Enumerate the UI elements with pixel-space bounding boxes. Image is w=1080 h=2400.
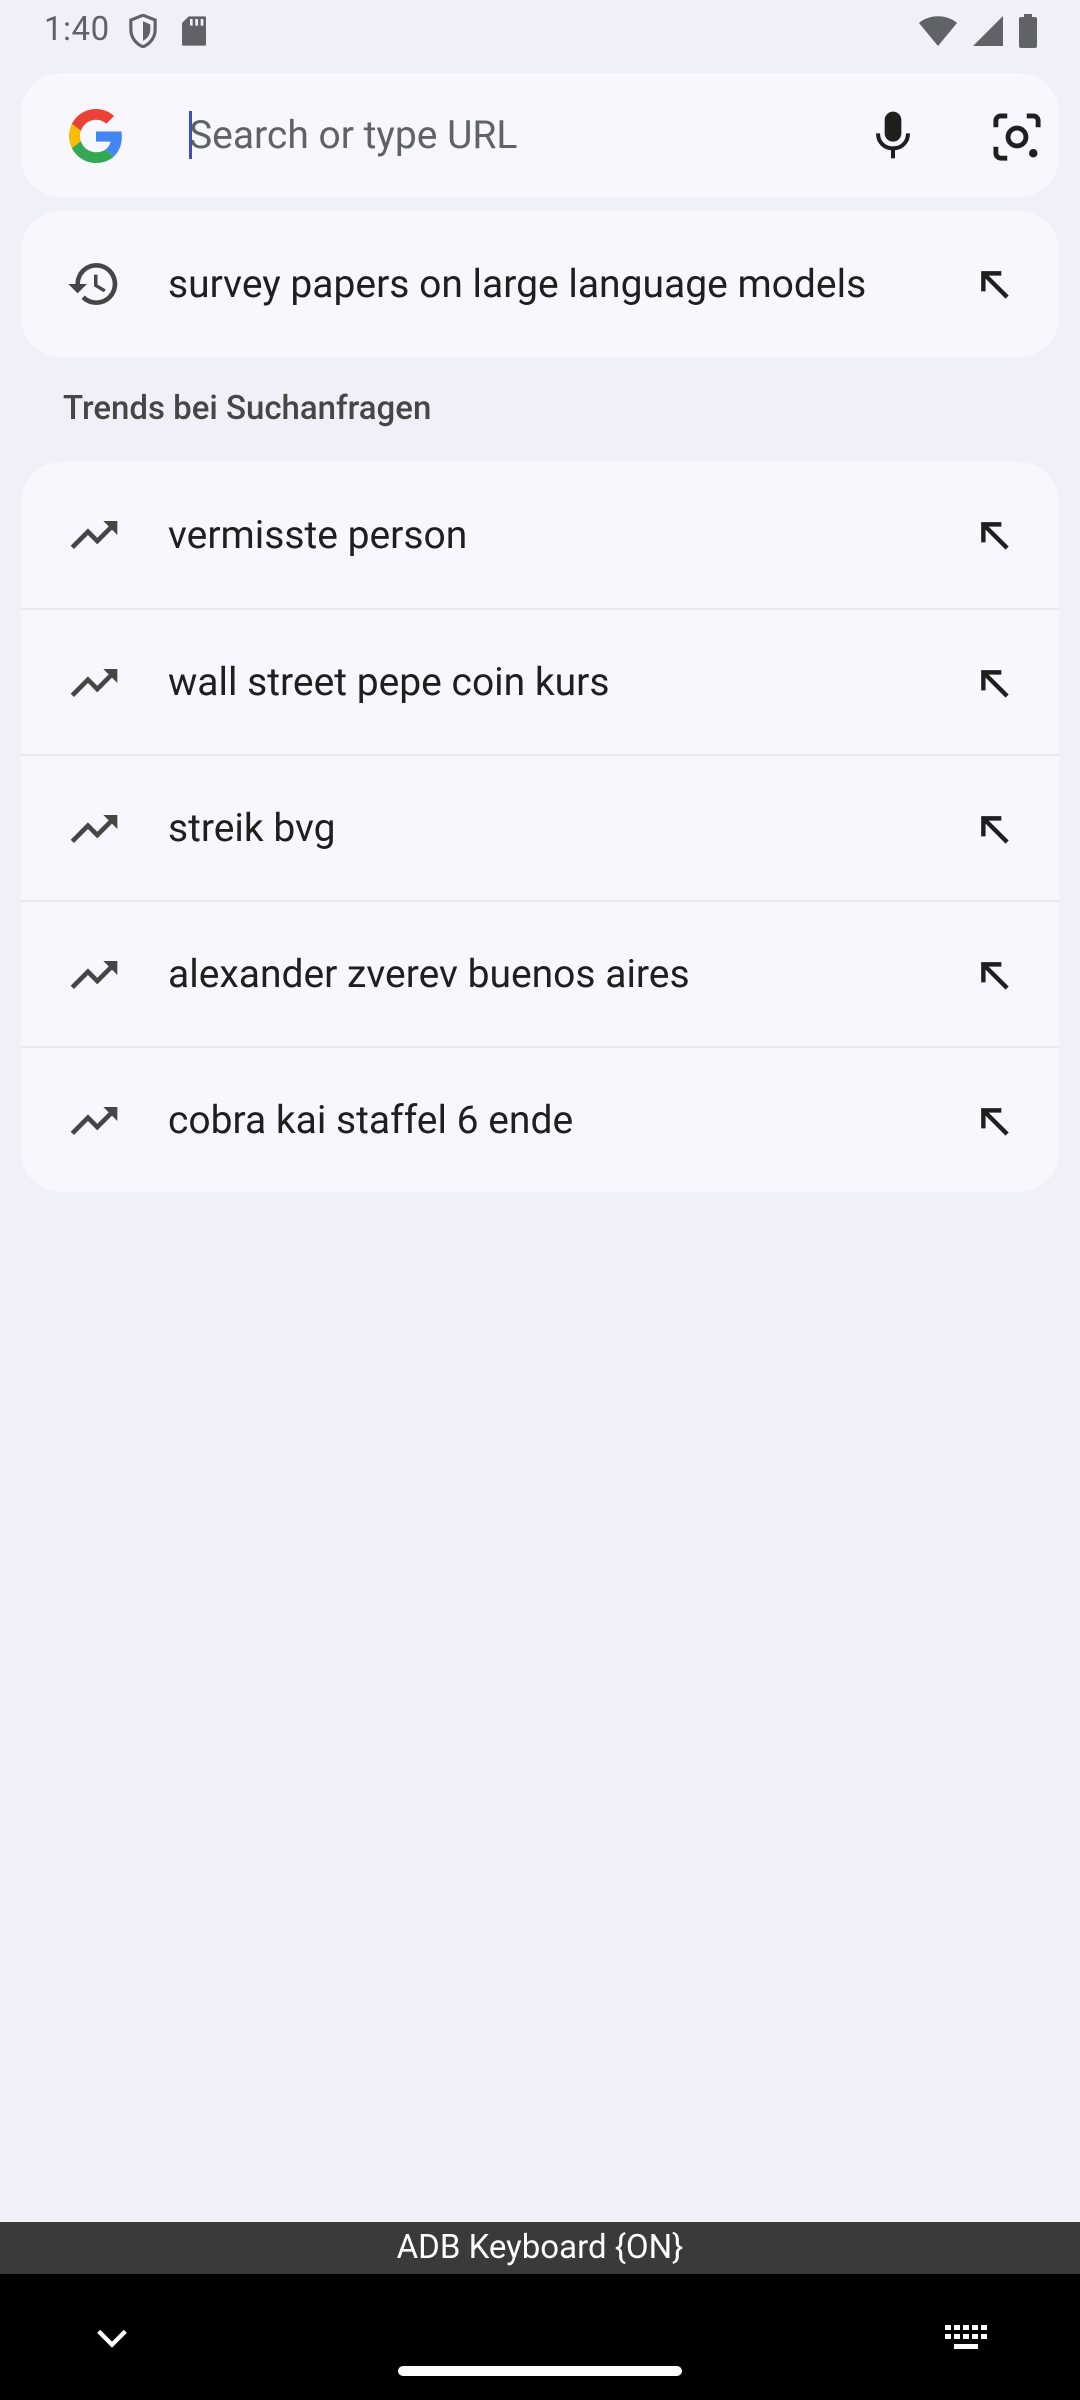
trending-suggestion-row[interactable]: wall street pepe coin kurs [21,608,1059,754]
suggestion-text: survey papers on large language models [168,261,867,307]
google-logo-icon [69,109,122,163]
search-input[interactable] [189,103,809,167]
history-suggestions: survey papers on large language models [21,211,1059,357]
arrow-up-left-icon [981,1108,1009,1136]
battery-icon [1019,14,1037,48]
signal-icon [973,16,1003,46]
status-bar: 1:40 [0,0,1080,64]
refine-query-button[interactable] [965,946,1023,1004]
refine-query-button[interactable] [965,800,1023,858]
refine-query-button[interactable] [965,1092,1023,1150]
trending-suggestions: vermisste person wall street pepe coin k… [21,462,1059,1192]
suggestion-text: cobra kai staffel 6 ende [168,1097,574,1143]
trending-icon [65,800,123,858]
suggestion-text: wall street pepe coin kurs [168,659,610,705]
trending-suggestion-row[interactable]: vermisste person [21,462,1059,608]
wifi-icon [919,16,957,46]
arrow-up-left-icon [981,670,1009,698]
omnibox [21,73,1059,197]
status-left-icons [128,14,208,48]
trending-icon [65,506,123,564]
chevron-down-icon[interactable] [92,2318,132,2358]
history-icon [65,255,123,313]
suggestion-text: vermisste person [168,512,468,558]
status-right-icons [918,14,1038,48]
status-time: 1:40 [44,10,110,49]
suggestion-text: streik bvg [168,805,336,851]
trending-suggestion-row[interactable]: cobra kai staffel 6 ende [21,1046,1059,1192]
microphone-icon [876,111,910,159]
trending-icon [65,946,123,1004]
text-caret [189,111,192,159]
sd-card-icon [182,16,206,46]
refine-query-button[interactable] [965,654,1023,712]
adb-keyboard-bar: ADB Keyboard {ON} [0,2222,1080,2274]
arrow-up-left-icon [981,816,1009,844]
suggestion-text: alexander zverev buenos aires [168,951,690,997]
home-gesture-handle[interactable] [398,2366,682,2376]
shield-icon [129,14,157,48]
arrow-up-left-icon [981,962,1009,990]
keyboard-icon[interactable] [944,2324,990,2354]
arrow-up-left-icon [981,271,1009,299]
trending-suggestion-row[interactable]: alexander zverev buenos aires [21,900,1059,1046]
refine-query-button[interactable] [965,506,1023,564]
lens-search-button[interactable] [983,103,1051,171]
navigation-bar [0,2274,1080,2400]
trending-header: Trends bei Suchanfragen [63,389,432,428]
trending-suggestion-row[interactable]: streik bvg [21,754,1059,900]
refine-query-button[interactable] [965,255,1023,313]
history-suggestion-row[interactable]: survey papers on large language models [21,211,1059,357]
voice-search-button[interactable] [861,103,925,167]
arrow-up-left-icon [981,522,1009,550]
trending-icon [65,1092,123,1150]
trending-icon [65,654,123,712]
camera-lens-icon [993,113,1041,161]
